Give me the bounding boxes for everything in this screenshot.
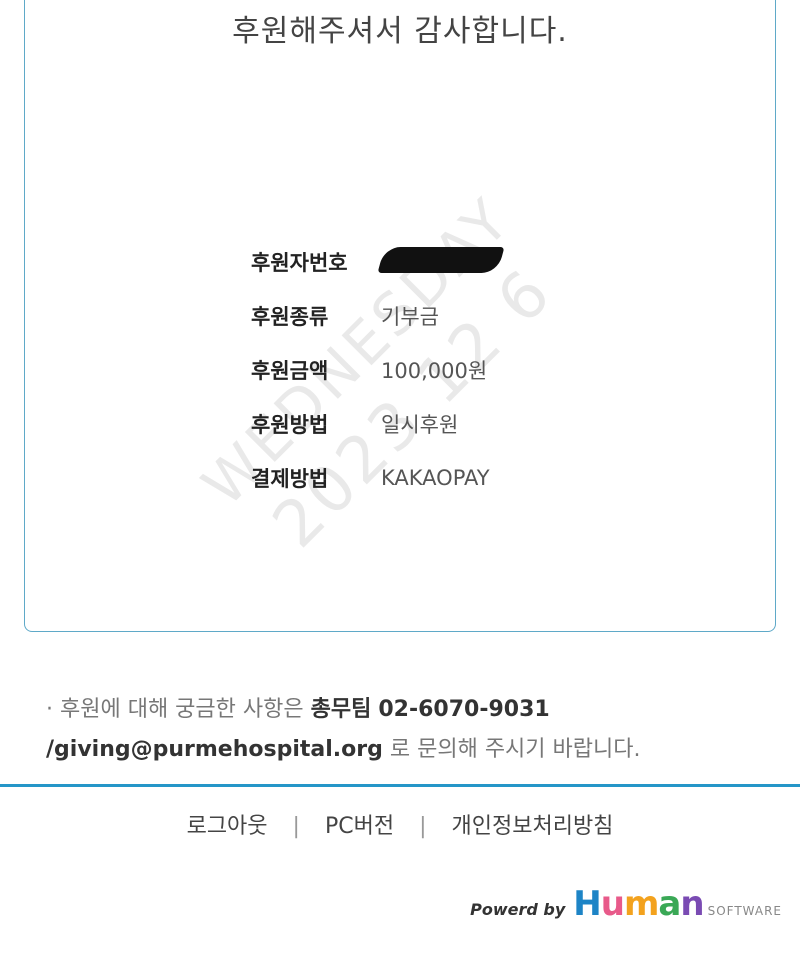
info-value: KAKAOPAY: [381, 466, 490, 490]
privacy-policy-link[interactable]: 개인정보처리방침: [452, 814, 614, 839]
notice-email[interactable]: giving@purmehospital.org: [54, 737, 383, 762]
donation-info-list: 후원자번호 후원종류 기부금 후원금액 100,000원 후원방법 일시후원 결…: [251, 235, 505, 505]
inquiry-notice: · 후원에 대해 궁금한 사항은 총무팀 02-6070-9031 /givin…: [46, 690, 786, 770]
redaction-mark: [377, 246, 505, 273]
info-label: 후원자번호: [251, 251, 348, 275]
notice-team: 총무팀: [310, 697, 372, 722]
notice-separator: /: [46, 737, 55, 762]
info-row-type: 후원종류 기부금: [251, 289, 501, 343]
info-row-donor-number: 후원자번호: [251, 235, 505, 289]
footer-divider: [0, 784, 800, 787]
nav-separator: |: [292, 814, 300, 839]
notice-prefix: · 후원에 대해 궁금한 사항은: [46, 697, 304, 722]
notice-suffix: 로 문의해 주시기 바랍니다.: [389, 737, 641, 762]
info-value: 기부금: [381, 305, 439, 329]
notice-phone[interactable]: 02-6070-9031: [378, 697, 549, 722]
info-label: 후원금액: [251, 359, 329, 383]
footer-nav: 로그아웃 | PC버전 | 개인정보처리방침: [0, 808, 800, 840]
info-label: 후원종류: [251, 305, 329, 329]
thanks-message: 후원해주셔서 감사합니다.: [232, 14, 568, 49]
logout-link[interactable]: 로그아웃: [187, 814, 268, 839]
powered-by-text: Powerd by: [470, 900, 566, 919]
info-label: 결제방법: [251, 467, 329, 491]
redacted-value: [377, 246, 505, 278]
info-row-payment: 결제방법 KAKAOPAY: [251, 451, 501, 505]
info-row-method: 후원방법 일시후원: [251, 397, 501, 451]
info-value: 일시후원: [381, 413, 459, 437]
software-text: SOFTWARE: [707, 904, 782, 918]
human-logo: Human: [573, 884, 704, 924]
info-value: 100,000원: [381, 359, 488, 383]
pc-version-link[interactable]: PC버전: [325, 814, 394, 839]
info-label: 후원방법: [251, 413, 329, 437]
nav-separator: |: [419, 814, 427, 839]
info-row-amount: 후원금액 100,000원: [251, 343, 501, 397]
donation-receipt-card: 후원해주셔서 감사합니다. WEDNESDAY 2023 12 6 후원자번호 …: [24, 0, 776, 632]
powered-by: Powerd by Human SOFTWARE: [470, 884, 782, 924]
